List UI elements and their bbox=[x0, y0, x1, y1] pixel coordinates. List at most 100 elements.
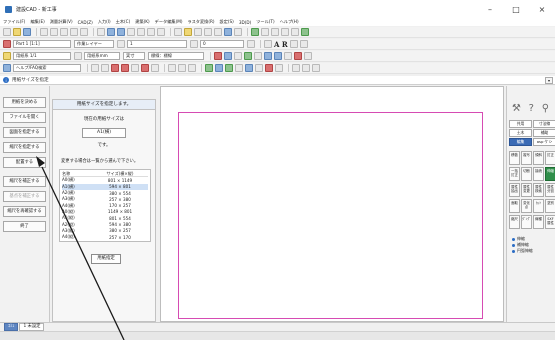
drawing-canvas[interactable] bbox=[160, 86, 504, 322]
style-combo[interactable]: 標線：標線 bbox=[148, 52, 204, 60]
save-icon[interactable] bbox=[23, 28, 31, 36]
tool-attr-extract[interactable]: 属性抽出 bbox=[509, 183, 520, 197]
maximize-button[interactable]: □ bbox=[503, 0, 529, 18]
menu-building[interactable]: 建築(K) bbox=[135, 19, 149, 25]
tab-auxiliary[interactable]: 補助 bbox=[533, 129, 555, 137]
property-icon[interactable] bbox=[291, 28, 299, 36]
flag-icon[interactable] bbox=[294, 52, 302, 60]
prompt-dropdown-button[interactable]: ▾ bbox=[545, 77, 553, 84]
step-open-file-button[interactable]: ファイルを開く bbox=[3, 112, 46, 123]
line-type-combo[interactable]: 1 bbox=[127, 40, 187, 48]
layer-mode-combo[interactable]: 作業レイヤー bbox=[74, 40, 114, 48]
menu-survey[interactable]: 測量計算(V) bbox=[50, 19, 73, 25]
measure-angle-icon[interactable] bbox=[225, 64, 233, 72]
tool-move[interactable]: 移動 bbox=[509, 151, 520, 165]
step-correct-scale-button[interactable]: 縮尺を補正する bbox=[3, 176, 46, 187]
unit-icon[interactable] bbox=[74, 52, 82, 60]
hatch-icon[interactable] bbox=[289, 40, 298, 48]
paper-confirm-button[interactable]: 用紙指定 bbox=[91, 254, 121, 265]
symbol-icon[interactable] bbox=[178, 64, 186, 72]
object-snap-icon[interactable] bbox=[214, 52, 222, 60]
snap-combo[interactable]: 実寸 bbox=[123, 52, 145, 60]
color-palette-icon[interactable] bbox=[117, 40, 125, 48]
draw-arc-icon[interactable] bbox=[131, 64, 139, 72]
text-mode-label[interactable]: A R bbox=[274, 40, 288, 49]
tool-change-point[interactable]: 変化点 bbox=[521, 199, 532, 213]
next-page-icon[interactable] bbox=[214, 28, 222, 36]
tool-copy[interactable]: 複写 bbox=[521, 151, 532, 165]
menu-3d[interactable]: 3D(D) bbox=[239, 20, 251, 25]
tool-linetype[interactable]: 線種 bbox=[533, 215, 544, 229]
help-search-input[interactable]: ヘルプ/FAQ検索 bbox=[13, 64, 81, 72]
list-item-selected[interactable]: A1(横) 594 × 801 bbox=[62, 183, 148, 190]
redraw-icon[interactable] bbox=[137, 28, 145, 36]
zoom-out-icon[interactable] bbox=[117, 28, 125, 36]
tab-asp[interactable]: asp·ケシ bbox=[533, 138, 555, 146]
tool-attr-split[interactable]: 属性分割 bbox=[545, 183, 555, 197]
extra-tool-icon[interactable] bbox=[302, 64, 310, 72]
menu-raster[interactable]: ラスタ変換(R) bbox=[187, 19, 214, 25]
delete-icon[interactable] bbox=[265, 64, 273, 72]
list-item[interactable]: A4(縦) 257 × 170 bbox=[62, 234, 148, 240]
radio-arc-stretch[interactable]: 円弧伸縮 bbox=[512, 248, 555, 254]
extra-tool-icon[interactable] bbox=[292, 64, 300, 72]
tab-comm[interactable]: ｺﾐｭ bbox=[4, 323, 19, 331]
layer-combo[interactable]: Part 1 [1:1] bbox=[13, 40, 71, 48]
list-item[interactable]: A0(横) 801 × 1149 bbox=[62, 177, 148, 183]
menu-settings[interactable]: 設定(S) bbox=[220, 19, 234, 25]
tangent-icon[interactable] bbox=[274, 52, 282, 60]
tool-fill[interactable]: 塗別 bbox=[545, 199, 555, 213]
draw-curve-icon[interactable] bbox=[151, 64, 159, 72]
layer-icon[interactable] bbox=[184, 28, 192, 36]
tool-stretch[interactable]: 伸縮 bbox=[545, 167, 555, 181]
cut-icon[interactable] bbox=[60, 28, 68, 36]
step-set-scale-button[interactable]: 縮尺を指定する bbox=[3, 142, 46, 153]
line-width-combo[interactable]: 0 bbox=[200, 40, 244, 48]
menu-help[interactable]: ヘルプ(H) bbox=[280, 19, 299, 25]
table-icon[interactable] bbox=[301, 28, 309, 36]
hammer-icon[interactable]: ⚒ bbox=[512, 103, 521, 114]
calc-icon[interactable] bbox=[234, 28, 242, 36]
center-icon[interactable] bbox=[264, 52, 272, 60]
line-width-icon[interactable] bbox=[190, 40, 198, 48]
text-style-icon[interactable] bbox=[264, 40, 272, 48]
tool-scale[interactable]: 縮尺 bbox=[509, 215, 520, 229]
copy-icon[interactable] bbox=[70, 28, 78, 36]
page-icon[interactable] bbox=[194, 28, 202, 36]
perpendicular-icon[interactable] bbox=[284, 52, 292, 60]
ortho-icon[interactable] bbox=[261, 28, 269, 36]
scale-combo[interactable]: 用紙系 1/1 bbox=[13, 52, 71, 60]
print-icon[interactable] bbox=[40, 28, 48, 36]
intersection-icon[interactable] bbox=[224, 52, 232, 60]
help-icon[interactable]: ? bbox=[529, 103, 534, 114]
coordinate-icon[interactable] bbox=[235, 64, 243, 72]
track-icon[interactable] bbox=[271, 28, 279, 36]
tool-attr-search[interactable]: 属性検索 bbox=[533, 183, 544, 197]
step-select-drawing-button[interactable]: 図面を指定する bbox=[3, 127, 46, 138]
nearest-icon[interactable] bbox=[244, 52, 252, 60]
paste-icon[interactable] bbox=[80, 28, 88, 36]
menu-civil[interactable]: 土木(C) bbox=[116, 19, 131, 25]
tab-civil[interactable]: 土木 bbox=[509, 129, 532, 137]
new-file-icon[interactable] bbox=[3, 28, 11, 36]
tool-trim[interactable]: ｶｯﾄ bbox=[533, 199, 544, 213]
draw-rect-icon[interactable] bbox=[111, 64, 119, 72]
step-decide-paper-button[interactable]: 用紙を決める bbox=[3, 97, 46, 108]
tool-correct[interactable]: 訂正 bbox=[545, 151, 555, 165]
table-tool-icon[interactable] bbox=[168, 64, 176, 72]
tool-attr-change[interactable]: 属性変更 bbox=[521, 183, 532, 197]
menu-cad[interactable]: CAD(Z) bbox=[78, 20, 93, 25]
close-button[interactable]: × bbox=[529, 0, 555, 18]
raster-icon[interactable] bbox=[255, 64, 263, 72]
pointer-icon[interactable] bbox=[97, 28, 105, 36]
measure-icon[interactable] bbox=[224, 28, 232, 36]
draw-circle-icon[interactable] bbox=[121, 64, 129, 72]
minimize-button[interactable]: – bbox=[477, 0, 503, 18]
open-folder-icon[interactable] bbox=[13, 28, 21, 36]
layer-color-icon[interactable] bbox=[3, 40, 11, 48]
scale-icon[interactable] bbox=[3, 52, 11, 60]
tool-sxf-attr[interactable]: SXF属性 bbox=[545, 215, 555, 229]
draw-line-icon[interactable] bbox=[91, 64, 99, 72]
preview-icon[interactable] bbox=[50, 28, 58, 36]
list-item[interactable]: A3(横) 257 × 380 bbox=[62, 196, 148, 202]
